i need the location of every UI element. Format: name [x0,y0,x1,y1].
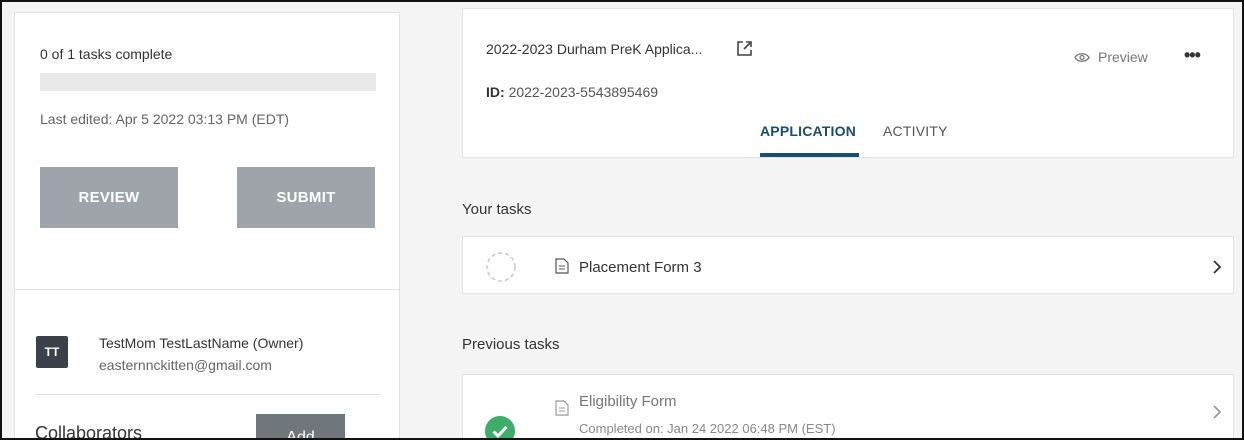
document-icon [555,400,569,416]
sidebar-divider [15,289,399,290]
application-sidebar: 0 of 1 tasks complete Last edited: Apr 5… [14,12,400,440]
list-item[interactable]: Placement Form 3 [462,236,1234,294]
pending-circle-icon [486,252,516,282]
active-tab-indicator [760,153,859,157]
chevron-right-icon [1213,260,1222,274]
list-item[interactable]: Eligibility Form Completed on: Jan 24 20… [462,374,1234,440]
check-circle-icon [485,416,515,440]
review-button[interactable]: REVIEW [40,167,178,228]
application-id-value: 2022-2023-5543895469 [508,84,659,100]
eye-icon [1074,52,1090,62]
last-edited-text: Last edited: Apr 5 2022 03:13 PM (EDT) [40,111,290,127]
preview-label: Preview [1098,49,1148,65]
owner-name: TestMom TestLastName (Owner) [99,335,304,351]
chevron-right-icon [1213,405,1222,419]
external-link-icon[interactable] [736,40,753,57]
task-completed-date: Completed on: Jan 24 2022 06:48 PM (EST) [579,421,836,436]
owner-email: easternnckitten@gmail.com [99,357,272,373]
task-name: Eligibility Form [579,393,677,410]
preview-link[interactable]: Preview [1074,49,1148,65]
more-horizontal-icon[interactable]: ••• [1184,45,1201,66]
your-tasks-heading: Your tasks [462,201,532,218]
application-id-label: ID: [486,84,505,100]
document-icon [555,258,569,274]
collaborators-title: Collaborators [35,423,143,440]
task-name: Placement Form 3 [579,259,702,276]
avatar: TT [36,336,68,368]
application-id: ID: 2022-2023-5543895469 [486,84,658,100]
tab-activity[interactable]: ACTIVITY [883,123,948,139]
submit-button[interactable]: SUBMIT [237,167,375,228]
add-collaborator-button[interactable]: Add [256,414,345,440]
task-progress-bar [40,73,376,91]
tasks-complete-text: 0 of 1 tasks complete [40,46,173,62]
owner-divider [35,394,381,395]
tab-application[interactable]: APPLICATION [760,123,856,139]
application-header-card: 2022-2023 Durham PreK Applica... Preview… [462,8,1234,158]
previous-tasks-heading: Previous tasks [462,336,560,353]
application-title[interactable]: 2022-2023 Durham PreK Applica... [486,41,702,57]
